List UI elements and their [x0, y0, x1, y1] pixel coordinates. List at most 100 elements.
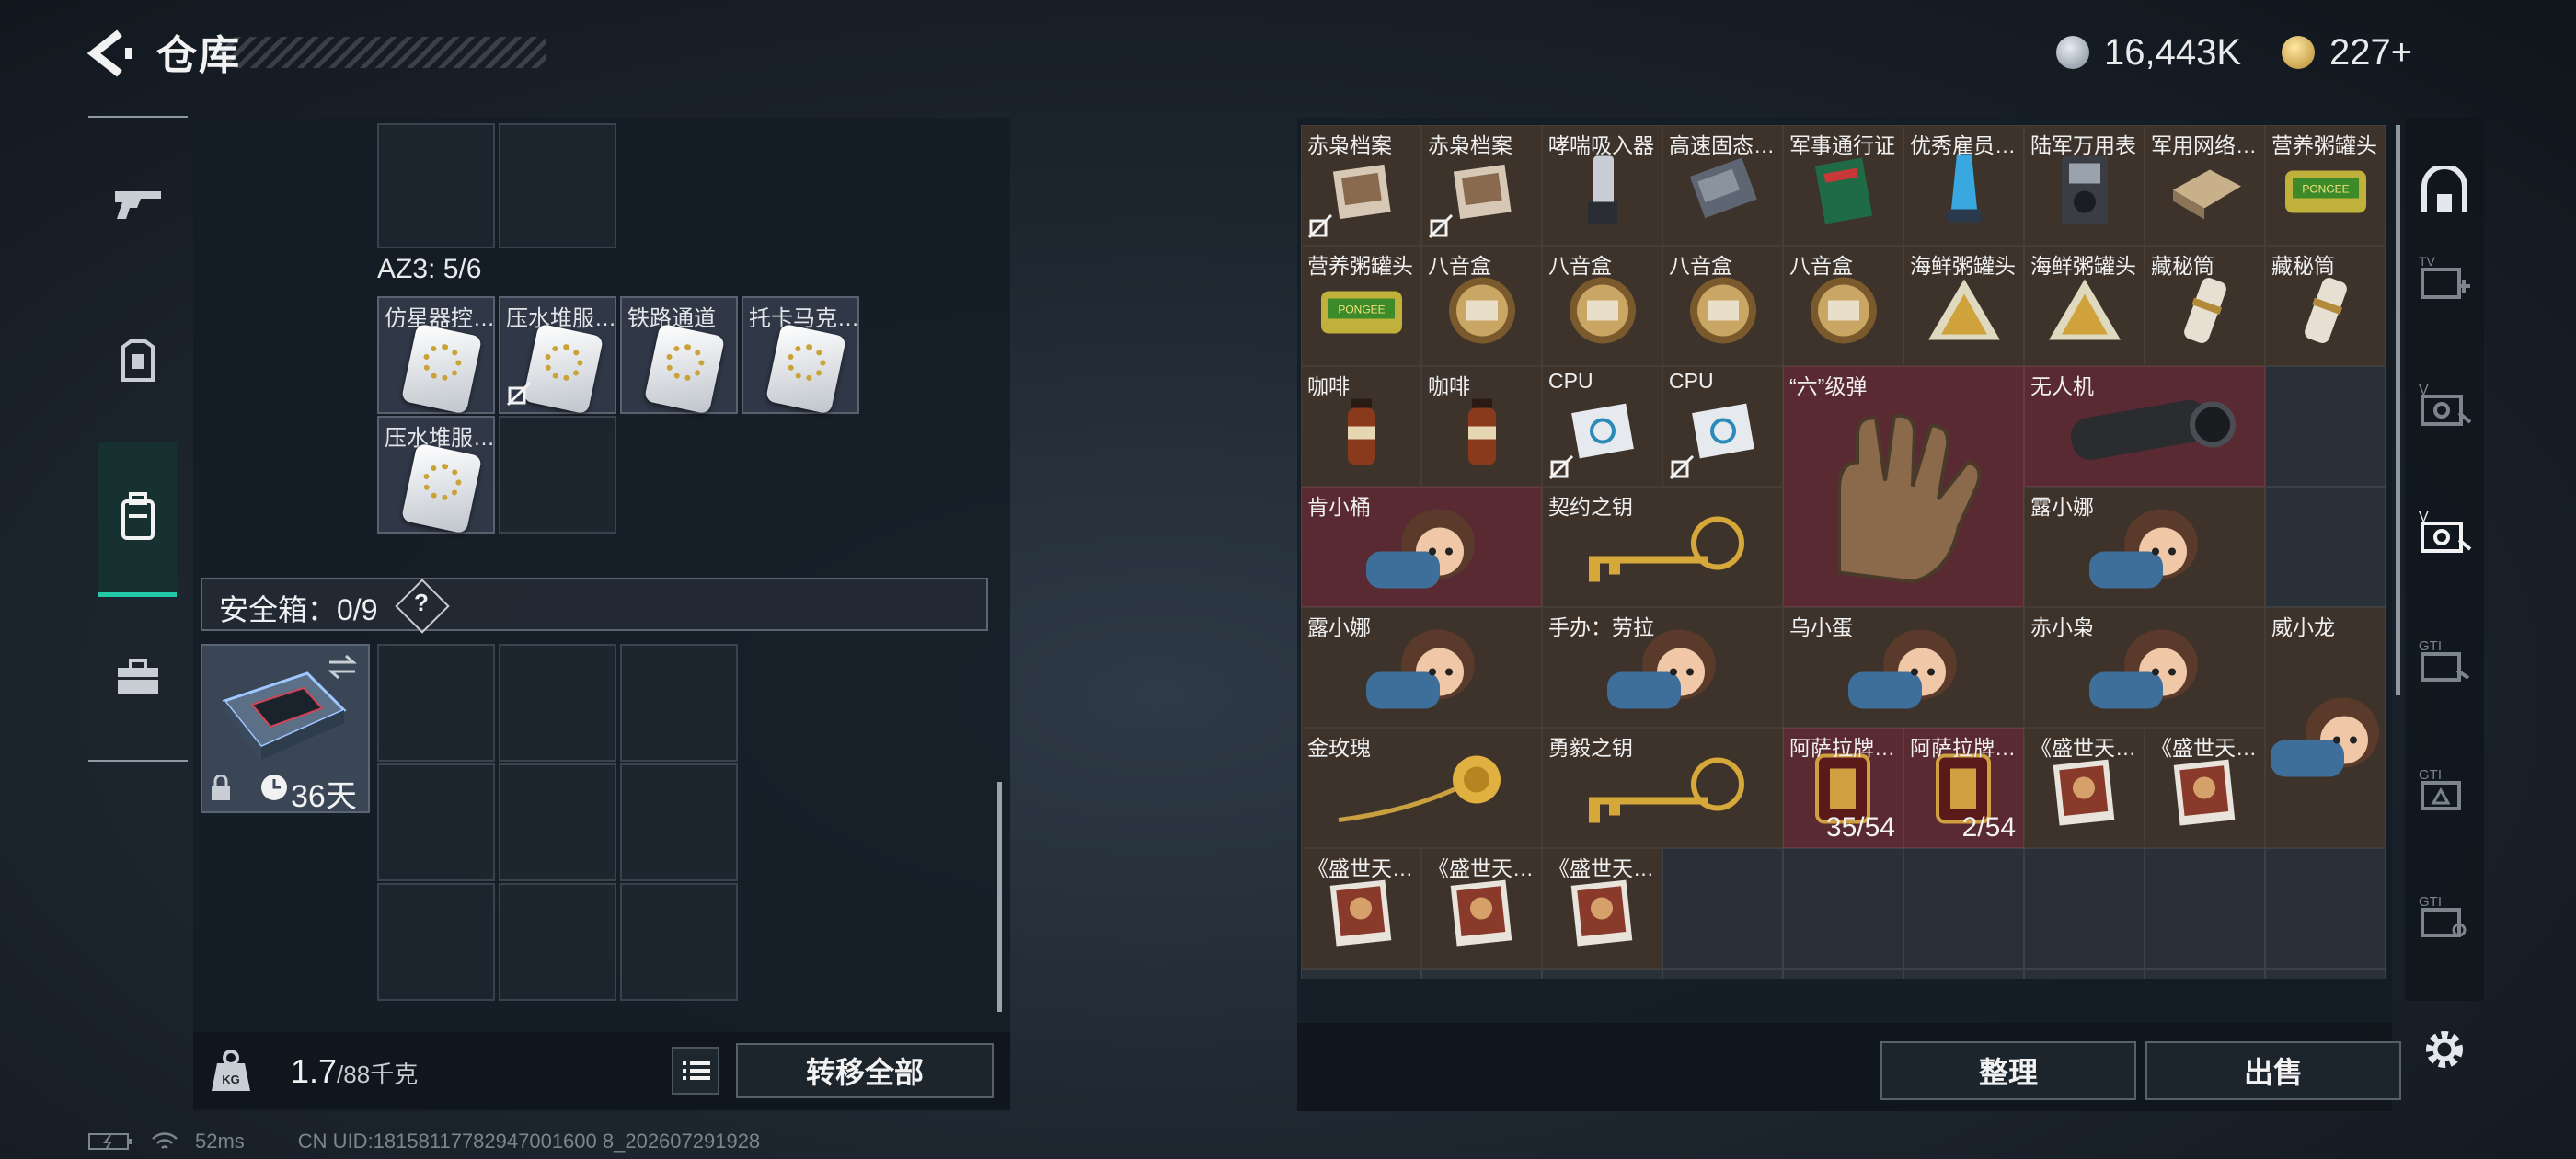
item-name: 威小龙 — [2271, 615, 2335, 639]
v-card-icon[interactable]: V — [2412, 373, 2477, 438]
gold-coin-value[interactable]: 227+ — [2329, 32, 2412, 74]
back-arrow-icon[interactable] — [81, 26, 136, 81]
stash-item[interactable]: 营养粥罐头 PONGEE — [1301, 246, 1421, 366]
stash-empty-slot[interactable] — [1421, 969, 1542, 979]
az3-item[interactable]: 压水堆服… — [499, 296, 616, 415]
stash-item[interactable]: 藏秘筒 — [2265, 246, 2386, 366]
stash-item[interactable]: 陆军万用表 — [2024, 125, 2145, 246]
stash-item[interactable]: 哮喘吸入器 — [1542, 125, 1662, 246]
transfer-all-button[interactable]: 转移全部 — [736, 1043, 994, 1098]
stash-empty-slot[interactable] — [2024, 969, 2145, 979]
stash-item[interactable]: 金玫瑰 — [1301, 728, 1542, 848]
swap-icon[interactable] — [326, 653, 359, 681]
stash-item[interactable]: 《盛世天… — [2145, 728, 2265, 848]
gti-1-icon[interactable]: GTI — [2412, 629, 2477, 694]
stash-empty-slot[interactable] — [2145, 848, 2265, 969]
stash-empty-slot[interactable] — [1903, 848, 2024, 969]
stash-item[interactable]: “六”级弹 — [1783, 366, 2024, 607]
az3-empty-slot[interactable] — [499, 416, 616, 534]
stash-item[interactable]: 八音盒 — [1542, 246, 1662, 366]
safe-slot[interactable] — [377, 883, 495, 1001]
sort-button[interactable]: 整理 — [1880, 1041, 2136, 1100]
stash-empty-slot[interactable] — [1662, 848, 1783, 969]
briefcase-icon[interactable] — [101, 640, 175, 714]
stash-item[interactable]: 优秀雇员… — [1903, 125, 2024, 246]
safe-slot[interactable] — [377, 644, 495, 762]
stash-item[interactable]: 八音盒 — [1783, 246, 1903, 366]
safe-slot[interactable] — [620, 644, 738, 762]
stash-empty-slot[interactable] — [2024, 848, 2145, 969]
stash-item[interactable]: 八音盒 — [1421, 246, 1542, 366]
stash-item[interactable]: 肯小桶 — [1301, 487, 1542, 607]
backpack-scrollbar[interactable] — [997, 782, 1002, 1012]
safe-slot[interactable] — [377, 763, 495, 881]
az3-item[interactable]: 压水堆服… — [377, 416, 495, 534]
gun-icon[interactable] — [101, 167, 175, 241]
stash-item[interactable]: 营养粥罐头 PONGEE — [2265, 125, 2386, 246]
safe-slot[interactable] — [499, 883, 616, 1001]
list-view-button[interactable] — [672, 1047, 719, 1095]
stash-item[interactable]: 八音盒 — [1662, 246, 1783, 366]
stash-empty-slot[interactable] — [2265, 487, 2386, 607]
stash-item[interactable]: 赤小枭 — [2024, 607, 2265, 728]
safe-slot[interactable] — [499, 763, 616, 881]
stash-item[interactable]: 《盛世天… — [1542, 848, 1662, 969]
stash-item[interactable]: 高速固态… — [1662, 125, 1783, 246]
stash-item[interactable]: 契约之钥 — [1542, 487, 1783, 607]
gti-3-icon[interactable]: GTI — [2412, 885, 2477, 949]
home-shield-icon[interactable] — [2412, 160, 2477, 224]
gti-2-icon[interactable]: GTI — [2412, 758, 2477, 822]
stash-item[interactable]: 乌小蛋 — [1783, 607, 2024, 728]
stash-empty-slot[interactable] — [2145, 969, 2265, 979]
stash-empty-slot[interactable] — [1301, 969, 1421, 979]
stash-empty-slot[interactable] — [1662, 969, 1783, 979]
stash-item[interactable]: CPU — [1662, 366, 1783, 487]
az3-item[interactable]: 仿星器控… — [377, 296, 495, 415]
v-card-active-icon[interactable]: V — [2412, 500, 2477, 565]
stash-empty-slot[interactable] — [2265, 848, 2386, 969]
stash-empty-slot[interactable] — [2265, 366, 2386, 487]
safe-slot[interactable] — [499, 644, 616, 762]
stash-item[interactable]: 海鲜粥罐头 — [1903, 246, 2024, 366]
stash-empty-slot[interactable] — [1783, 969, 1903, 979]
document-card-icon — [765, 323, 847, 415]
backpack-icon[interactable] — [101, 480, 175, 554]
stash-item[interactable]: 露小娜 — [2024, 487, 2265, 607]
container-slot[interactable] — [499, 123, 616, 248]
armor-icon[interactable] — [101, 324, 175, 397]
stash-item[interactable]: 手办：劳拉 — [1542, 607, 1783, 728]
stash-item[interactable]: 咖啡 — [1301, 366, 1421, 487]
sell-button[interactable]: 出售 — [2145, 1041, 2401, 1100]
safe-slot[interactable] — [620, 883, 738, 1001]
stash-item[interactable]: 咖啡 — [1421, 366, 1542, 487]
stash-item[interactable]: 赤枭档案 — [1301, 125, 1421, 246]
safe-slot[interactable] — [620, 763, 738, 881]
az3-item[interactable]: 托卡马克… — [742, 296, 859, 415]
stash-item[interactable]: 《盛世天… — [1301, 848, 1421, 969]
stash-item[interactable]: 藏秘筒 — [2145, 246, 2265, 366]
tv-plus-icon[interactable]: TV — [2412, 247, 2477, 311]
az3-item[interactable]: 铁路通道 — [620, 296, 738, 415]
stash-scrollbar[interactable] — [2396, 125, 2400, 695]
stash-empty-slot[interactable] — [1903, 969, 2024, 979]
stash-item[interactable]: 《盛世天… — [2024, 728, 2145, 848]
stash-empty-slot[interactable] — [2265, 969, 2386, 979]
stash-item[interactable]: 军用网络… — [2145, 125, 2265, 246]
stash-item[interactable]: 赤枭档案 — [1421, 125, 1542, 246]
stash-item[interactable]: 威小龙 — [2265, 607, 2386, 848]
stash-item[interactable]: 无人机 — [2024, 366, 2265, 487]
stash-item[interactable]: 阿萨拉牌… 35/54 — [1783, 728, 1903, 848]
pass-item-icon — [1807, 149, 1880, 236]
stash-empty-slot[interactable] — [1783, 848, 1903, 969]
stash-item[interactable]: 《盛世天… — [1421, 848, 1542, 969]
container-slot[interactable] — [377, 123, 495, 248]
stash-item[interactable]: 露小娜 — [1301, 607, 1542, 728]
stash-item[interactable]: 阿萨拉牌… 2/54 — [1903, 728, 2024, 848]
book-item-icon — [2043, 752, 2126, 839]
stash-item[interactable]: 军事通行证 — [1783, 125, 1903, 246]
stash-item[interactable]: CPU — [1542, 366, 1662, 487]
settings-gear-icon[interactable] — [2412, 1017, 2477, 1082]
stash-item[interactable]: 勇毅之钥 — [1542, 728, 1783, 848]
stash-item[interactable]: 海鲜粥罐头 — [2024, 246, 2145, 366]
stash-empty-slot[interactable] — [1542, 969, 1662, 979]
